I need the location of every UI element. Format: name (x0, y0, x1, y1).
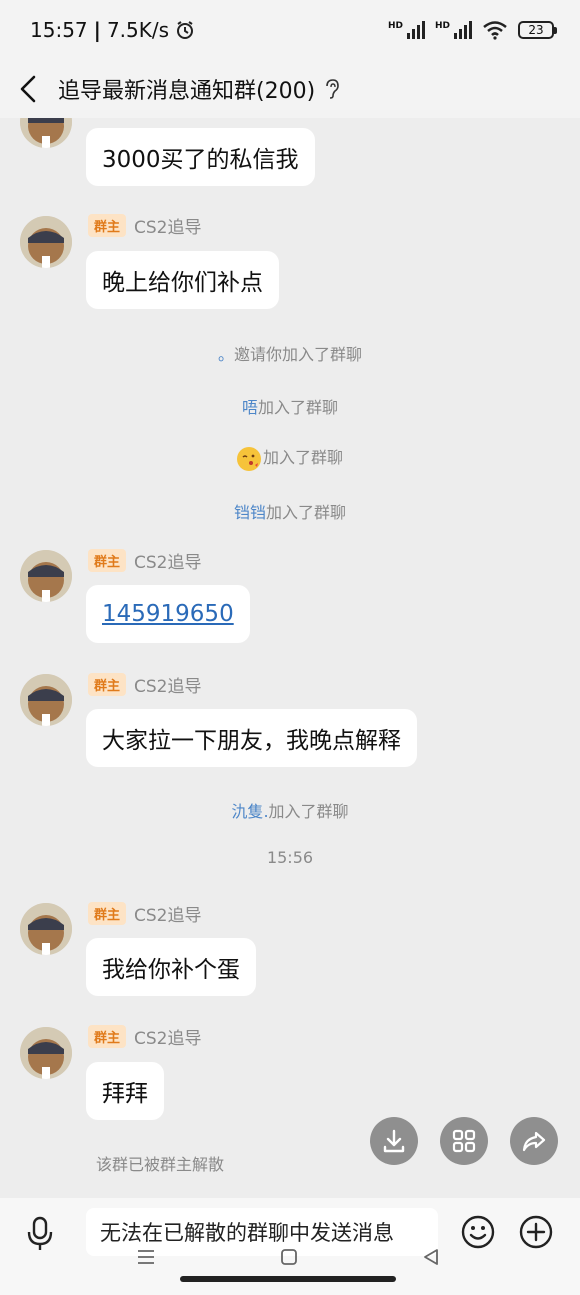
message-text: 我给你补个蛋 (102, 957, 240, 983)
system-message: 加入了群聊 (0, 444, 580, 471)
avatar[interactable] (20, 674, 72, 726)
message-text: 3000买了的私信我 (102, 147, 299, 173)
back-arrow-icon[interactable] (18, 72, 44, 106)
smile-icon[interactable] (460, 1214, 496, 1250)
system-message: 氿隻.加入了群聊 (0, 798, 580, 822)
download-icon (383, 1129, 405, 1153)
nickname[interactable]: 。 (218, 345, 234, 364)
system-text: 加入了群聊 (268, 802, 349, 821)
home-nav-icon[interactable] (280, 1248, 298, 1266)
message-bubble[interactable]: 大家拉一下朋友，我晚点解释 (86, 709, 417, 767)
system-nav (0, 1246, 580, 1270)
message-bubble[interactable]: 晚上给你们补点 (86, 251, 279, 309)
avatar[interactable] (20, 118, 72, 148)
nickname[interactable]: 唔 (242, 398, 258, 417)
alarm-icon (177, 21, 194, 39)
message-bubble[interactable]: 145919650 (86, 585, 250, 643)
share-button[interactable] (510, 1117, 558, 1165)
battery-icon: 23 (518, 21, 557, 39)
hd-label: HD (387, 21, 403, 31)
message-text: 拜拜 (102, 1081, 148, 1107)
network-speed: 7.5K/s (106, 18, 170, 42)
owner-badge: 群主 (88, 902, 127, 925)
number-link[interactable]: 145919650 (102, 601, 234, 627)
avatar[interactable] (20, 550, 72, 602)
sender-row: 群主 CS2追导 (88, 548, 202, 573)
sender-name[interactable]: CS2追导 (134, 672, 201, 697)
status-bar: 15:57 | 7.5K/s HD HD 23 (0, 0, 580, 60)
input-placeholder: 无法在已解散的群聊中发送消息 (100, 1221, 394, 1245)
sender-row: 群主 CS2追导 (88, 213, 202, 238)
status-left: 15:57 | 7.5K/s (30, 18, 195, 42)
system-text: 邀请你加入了群聊 (234, 345, 363, 364)
status-right: HD HD 23 (388, 20, 557, 40)
download-button[interactable] (370, 1117, 418, 1165)
avatar[interactable] (20, 1027, 72, 1079)
system-text: 加入了群聊 (262, 448, 343, 467)
system-text: 加入了群聊 (266, 503, 347, 522)
signal-icon: HD (388, 21, 425, 39)
message-text: 晚上给你们补点 (102, 270, 263, 296)
system-text: 加入了群聊 (258, 398, 339, 417)
home-indicator[interactable] (180, 1276, 396, 1282)
grid-icon (452, 1129, 476, 1153)
status-separator: | (93, 18, 101, 42)
owner-badge: 群主 (88, 1025, 127, 1048)
battery-level: 23 (528, 23, 544, 37)
wifi-icon (483, 21, 507, 40)
sender-name[interactable]: CS2追导 (134, 213, 201, 238)
system-message: 铛铛加入了群聊 (0, 499, 580, 523)
owner-badge: 群主 (88, 549, 127, 572)
message-text: 大家拉一下朋友，我晚点解释 (102, 728, 401, 754)
owner-badge: 群主 (88, 214, 127, 237)
timestamp: 15:56 (266, 848, 314, 867)
nickname[interactable]: 铛铛 (234, 503, 266, 522)
owner-badge: 群主 (88, 673, 127, 696)
message-bubble[interactable]: 我给你补个蛋 (86, 938, 256, 996)
avatar[interactable] (20, 903, 72, 955)
kiss-emoji-icon[interactable] (236, 446, 261, 471)
group-title[interactable]: 追导最新消息通知群(200) (58, 73, 315, 105)
back-nav-icon[interactable] (422, 1248, 440, 1266)
sender-row: 群主 CS2追导 (88, 901, 202, 926)
sender-name[interactable]: CS2追导 (134, 1024, 201, 1049)
chat-header: 追导最新消息通知群(200) (0, 60, 580, 118)
system-message: 。邀请你加入了群聊 (0, 341, 580, 365)
system-message: 唔加入了群聊 (0, 394, 580, 418)
message-bubble[interactable]: 拜拜 (86, 1062, 164, 1120)
message-bubble[interactable]: 3000买了的私信我 (86, 128, 315, 186)
share-icon (522, 1131, 546, 1152)
hd-label-2: HD (434, 21, 450, 31)
sender-name[interactable]: CS2追导 (134, 901, 201, 926)
plus-icon[interactable] (518, 1214, 554, 1250)
ear-icon (326, 79, 339, 99)
menu-nav-icon[interactable] (136, 1248, 156, 1266)
signal-icon-2: HD (435, 21, 472, 39)
sender-name[interactable]: CS2追导 (134, 548, 201, 573)
sender-row: 群主 CS2追导 (88, 1024, 202, 1049)
grid-button[interactable] (440, 1117, 488, 1165)
input-bar: 无法在已解散的群聊中发送消息 (0, 1198, 580, 1295)
avatar[interactable] (20, 216, 72, 268)
chat-area[interactable]: 3000买了的私信我 群主 CS2追导 晚上给你们补点 。邀请你加入了群聊 唔加… (0, 118, 580, 1198)
status-time: 15:57 (30, 18, 88, 42)
nickname[interactable]: 氿隻. (231, 802, 268, 821)
sender-row: 群主 CS2追导 (88, 672, 202, 697)
